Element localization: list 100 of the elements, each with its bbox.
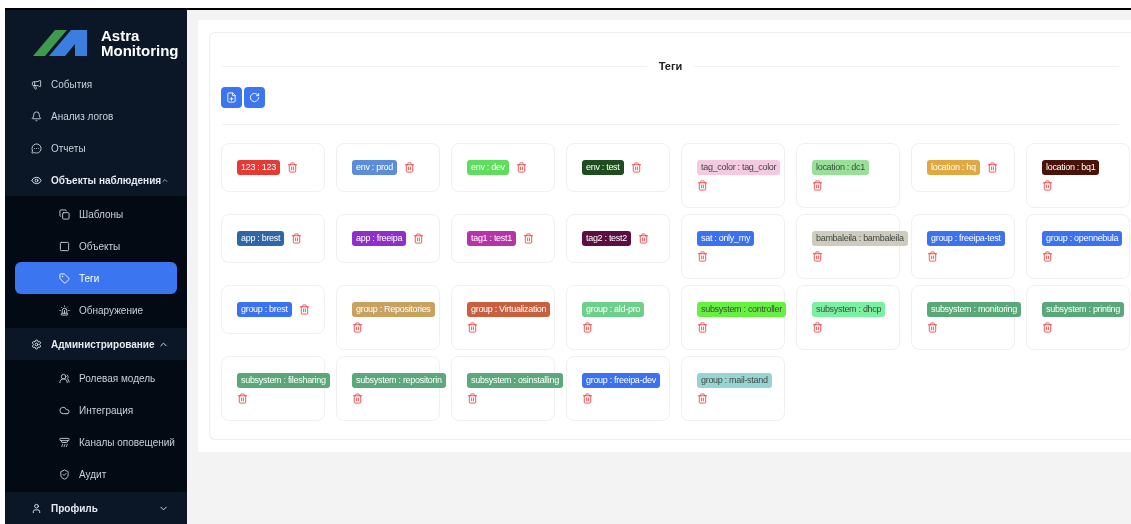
trash-icon xyxy=(812,321,823,333)
sidebar-item[interactable]: Теги xyxy=(15,262,177,294)
users-icon xyxy=(59,372,70,384)
delete-button[interactable] xyxy=(1042,321,1053,333)
delete-button[interactable] xyxy=(582,392,593,404)
sidebar-item[interactable]: Каналы оповещений xyxy=(15,426,177,458)
delete-button[interactable] xyxy=(812,321,823,333)
trash-icon xyxy=(697,179,708,191)
delete-button[interactable] xyxy=(291,232,303,244)
delete-button[interactable] xyxy=(986,161,998,173)
delete-button[interactable] xyxy=(298,303,310,315)
delete-button[interactable] xyxy=(927,321,938,333)
delete-button[interactable] xyxy=(582,321,593,333)
tag-label: tag2 : test2 xyxy=(582,230,631,246)
delete-button[interactable] xyxy=(352,392,363,404)
eye-icon xyxy=(31,174,42,186)
trash-icon xyxy=(1042,179,1053,191)
delete-button[interactable] xyxy=(812,250,823,262)
trash-icon xyxy=(927,250,938,262)
tag-label: group : Repositories xyxy=(352,301,435,317)
logo-text: Astra xyxy=(101,28,141,43)
tag-icon xyxy=(59,272,70,284)
trash-icon xyxy=(467,321,478,333)
delete-button[interactable] xyxy=(467,392,478,404)
sidebar-item[interactable]: Профиль xyxy=(5,492,187,524)
trash-icon xyxy=(582,392,593,404)
delete-button[interactable] xyxy=(697,392,708,404)
delete-button[interactable] xyxy=(630,161,642,173)
tag-label: location : dc1 xyxy=(812,159,869,175)
user-icon xyxy=(31,502,42,514)
trash-icon xyxy=(352,392,363,404)
tag-label: subsystem : monitoring xyxy=(927,301,1021,317)
tag-label: env : test xyxy=(582,159,624,175)
bell-icon xyxy=(31,110,42,122)
delete-button[interactable] xyxy=(697,179,708,191)
sidebar-item[interactable]: Администрирование xyxy=(5,328,187,360)
delete-button[interactable] xyxy=(286,161,298,173)
tag-label: subsystem : repositorin xyxy=(352,372,446,388)
refresh-button[interactable] xyxy=(244,86,265,108)
delete-button[interactable] xyxy=(413,232,425,244)
trash-icon xyxy=(812,250,823,262)
tag-label: subsystem : osinstalling xyxy=(467,372,563,388)
refresh-icon xyxy=(249,91,260,103)
tag-label: group : Virtualization xyxy=(467,301,551,317)
trash-icon xyxy=(352,321,363,333)
delete-button[interactable] xyxy=(927,250,938,262)
chat-icon xyxy=(31,142,42,154)
trash-icon xyxy=(927,321,938,333)
siren-icon xyxy=(59,304,70,316)
tag-label: 123 : 123 xyxy=(237,159,280,175)
delete-button[interactable] xyxy=(237,392,248,404)
tag-label: sat : only_my xyxy=(697,230,755,246)
tag-label: group : mail-stand xyxy=(697,372,772,388)
sidebar-item[interactable]: Анализ логов xyxy=(5,100,187,132)
delete-button[interactable] xyxy=(697,250,708,262)
tag-label: env : dev xyxy=(467,159,509,175)
tag-label: subsystem : dhcp xyxy=(812,301,886,317)
delete-button[interactable] xyxy=(467,321,478,333)
megaphone-icon xyxy=(31,78,42,90)
delete-button[interactable] xyxy=(522,232,534,244)
trash-icon xyxy=(1042,321,1053,333)
trash-icon xyxy=(986,161,998,173)
trash-icon xyxy=(697,321,708,333)
tag-label: bambaleila : bambaleila xyxy=(812,230,908,246)
trash-icon xyxy=(697,250,708,262)
delete-button[interactable] xyxy=(515,161,527,173)
trash-icon xyxy=(237,392,248,404)
trash-icon xyxy=(286,161,298,173)
delete-button[interactable] xyxy=(1042,250,1053,262)
sidebar-item[interactable]: Объекты наблюдения xyxy=(5,164,187,196)
sidebar-item[interactable]: Шаблоны xyxy=(15,198,177,230)
trash-icon xyxy=(413,232,425,244)
cloud-icon xyxy=(59,404,70,416)
sidebar-item[interactable]: Интеграция xyxy=(15,394,177,426)
sidebar-item[interactable]: Обнаружение xyxy=(15,294,177,326)
sidebar-item[interactable]: Аудит xyxy=(15,458,177,490)
tag-label: subsystem : printing xyxy=(1042,301,1125,317)
tag-label: tag1 : test1 xyxy=(467,230,516,246)
tag-label: env : prod xyxy=(352,159,398,175)
trash-icon xyxy=(515,161,527,173)
sidebar-item[interactable]: Отчеты xyxy=(5,132,187,164)
delete-button[interactable] xyxy=(352,321,363,333)
sidebar-item[interactable]: Ролевая модель xyxy=(15,362,177,394)
trash-icon xyxy=(467,392,478,404)
sidebar-item[interactable]: Объекты xyxy=(15,230,177,262)
settings-icon xyxy=(31,338,42,350)
tag-label: app : brest xyxy=(237,230,285,246)
tag-label: app : freeipa xyxy=(352,230,407,246)
delete-button[interactable] xyxy=(812,179,823,191)
add-file-button[interactable] xyxy=(221,86,242,108)
sidebar-item[interactable]: События xyxy=(5,68,187,100)
tag-label: tag_color : tag_color xyxy=(697,159,781,175)
delete-button[interactable] xyxy=(697,321,708,333)
trash-icon xyxy=(298,303,310,315)
delete-button[interactable] xyxy=(637,232,649,244)
tag-label: subsystem : filesharing xyxy=(237,372,330,388)
delete-button[interactable] xyxy=(404,161,416,173)
tag-label: subsystem : controller xyxy=(697,301,786,317)
delete-button[interactable] xyxy=(1042,179,1053,191)
trash-icon xyxy=(404,161,416,173)
